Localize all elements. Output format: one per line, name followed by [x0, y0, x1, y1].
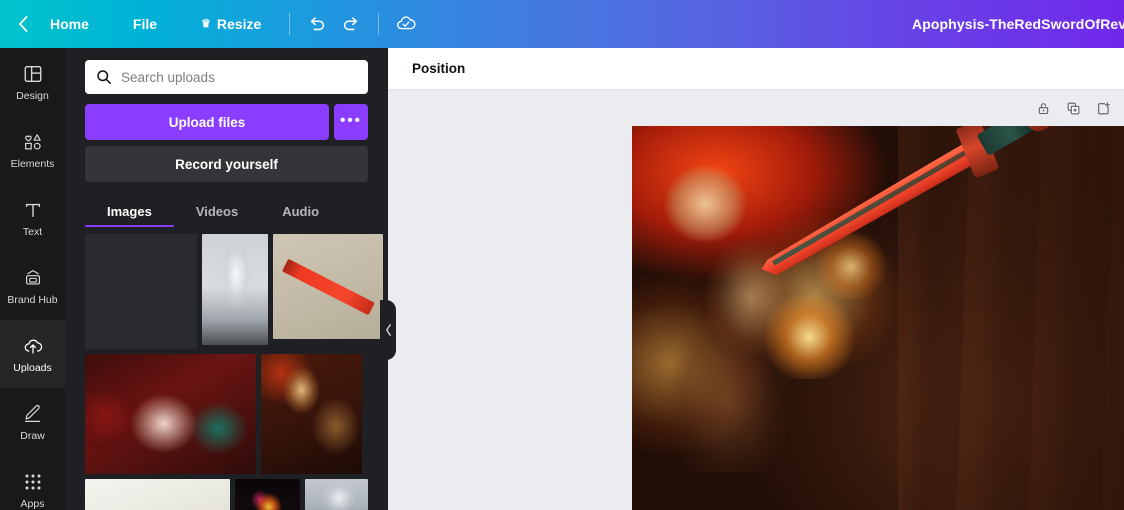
red-sword-artwork — [632, 126, 1124, 510]
thumbnail-artwork — [261, 354, 362, 474]
sidebar-item-elements[interactable]: Elements — [0, 116, 65, 184]
apps-icon — [23, 470, 43, 494]
lock-icon — [1038, 102, 1048, 114]
crown-icon: ♛ — [201, 17, 211, 30]
header-divider-1 — [289, 13, 291, 35]
object-toolbar: Position — [388, 48, 1124, 90]
design-icon — [23, 62, 43, 86]
sidebar-label-design: Design — [16, 90, 49, 103]
header-divider-2 — [378, 13, 380, 35]
chevron-left-icon — [19, 16, 28, 32]
position-button[interactable]: Position — [402, 55, 475, 83]
sidebar-item-draw[interactable]: Draw — [0, 388, 65, 456]
search-input[interactable] — [121, 69, 358, 85]
red-sword-thumbnail[interactable] — [273, 234, 383, 339]
duplicate-page-button[interactable] — [1060, 95, 1086, 121]
upload-actions-row: Upload files ••• — [85, 104, 368, 140]
grey-statue-thumbnail[interactable] — [305, 479, 368, 510]
undo-icon — [311, 17, 325, 31]
thumbnail-artwork — [305, 479, 368, 510]
sidebar-label-uploads: Uploads — [13, 362, 52, 375]
main-editor-area: Position — [388, 48, 1124, 510]
golden-woman-thumbnail[interactable] — [261, 354, 362, 474]
misty-statue-thumbnail[interactable] — [202, 234, 268, 345]
thumbnail-artwork — [85, 354, 256, 474]
sidebar-item-uploads[interactable]: Uploads — [0, 320, 65, 388]
woman-red-flowers-thumbnail[interactable] — [85, 354, 256, 474]
uploads-thumbnail-grid — [65, 226, 388, 510]
sidebar-label-text: Text — [22, 226, 43, 239]
thumbnail-artwork — [235, 479, 300, 510]
file-menu-button[interactable]: File — [121, 8, 169, 40]
tab-images[interactable]: Images — [85, 196, 174, 227]
tab-videos[interactable]: Videos — [174, 196, 260, 226]
search-icon — [95, 69, 113, 85]
more-options-dots-icon: ••• — [340, 111, 362, 129]
record-yourself-button[interactable]: Record yourself — [85, 146, 368, 182]
resize-button[interactable]: ♛ Resize — [189, 8, 273, 40]
fire-flame-thumbnail[interactable] — [235, 479, 300, 510]
light-sky-thumbnail[interactable] — [85, 479, 230, 510]
thumbnail-row — [85, 479, 368, 510]
draw-icon — [22, 402, 44, 426]
duplicate-icon — [1067, 102, 1079, 114]
tab-videos-label: Videos — [195, 203, 239, 219]
upload-more-options-button[interactable]: ••• — [334, 104, 368, 140]
top-header-bar: Home File ♛ Resize Apophysis-TheRedSword… — [0, 0, 1124, 48]
upload-files-button[interactable]: Upload files — [85, 104, 329, 140]
redo-button[interactable] — [334, 8, 368, 40]
upload-files-label: Upload files — [168, 114, 246, 130]
collapse-panel-handle[interactable] — [380, 300, 396, 360]
redo-icon — [344, 17, 358, 31]
sidebar-label-draw: Draw — [20, 430, 45, 443]
add-page-icon — [1097, 101, 1110, 114]
elements-icon — [22, 130, 44, 154]
artwork-glow-primary — [759, 294, 859, 380]
sidebar-label-brand-hub: Brand Hub — [7, 294, 58, 307]
uploads-icon — [22, 334, 44, 358]
document-title[interactable]: Apophysis-TheRedSwordOfReveng — [912, 0, 1124, 48]
search-uploads-field[interactable] — [85, 60, 368, 94]
cloud-saved-icon — [397, 16, 416, 30]
uploads-tabs: Images Videos Audio — [85, 196, 368, 227]
file-label: File — [132, 16, 158, 32]
thumbnail-row — [85, 234, 383, 349]
undo-button[interactable] — [300, 8, 334, 40]
thumbnail-artwork — [85, 479, 230, 510]
sidebar-item-brand-hub[interactable]: Brand Hub — [0, 252, 65, 320]
back-button[interactable] — [10, 8, 36, 40]
canvas-scroll-area — [388, 126, 1124, 510]
resize-label: Resize — [216, 16, 262, 32]
cloud-save-status-button[interactable] — [389, 8, 423, 40]
sidebar-label-apps: Apps — [20, 498, 45, 510]
thumbnail-artwork — [202, 234, 268, 345]
home-button[interactable]: Home — [38, 8, 101, 40]
uploads-panel-header: Upload files ••• Record yourself Images … — [65, 48, 388, 227]
header-left-group: Home File ♛ Resize — [0, 0, 423, 48]
thumbnail-artwork — [273, 234, 383, 339]
canvas-page[interactable] — [632, 126, 1124, 510]
text-icon — [23, 198, 43, 222]
brand-hub-icon — [22, 266, 44, 290]
add-page-button[interactable] — [1090, 95, 1116, 121]
sidebar-label-elements: Elements — [10, 158, 55, 171]
canva-editor: Home File ♛ Resize Apophysis-TheRedSword… — [0, 0, 1124, 510]
sidebar-item-apps[interactable]: Apps — [0, 456, 65, 510]
page-tools-group — [388, 90, 1124, 126]
lock-page-button[interactable] — [1030, 95, 1056, 121]
chevron-left-icon — [385, 324, 391, 336]
sidebar-item-text[interactable]: Text — [0, 184, 65, 252]
position-label: Position — [412, 61, 466, 76]
home-label: Home — [50, 16, 89, 32]
thumbnail-artwork — [85, 234, 197, 349]
tab-audio-label: Audio — [282, 203, 320, 219]
thumbnail-row — [85, 354, 368, 474]
record-yourself-label: Record yourself — [175, 156, 278, 172]
tab-images-label: Images — [107, 203, 152, 219]
left-side-rail: Design Elements Text Brand Hub Uploads D… — [0, 48, 65, 510]
uploads-panel: Upload files ••• Record yourself Images … — [65, 48, 388, 510]
sidebar-item-design[interactable]: Design — [0, 48, 65, 116]
tab-audio[interactable]: Audio — [260, 196, 341, 226]
fantasy-portrait-thumbnail[interactable] — [85, 234, 197, 349]
